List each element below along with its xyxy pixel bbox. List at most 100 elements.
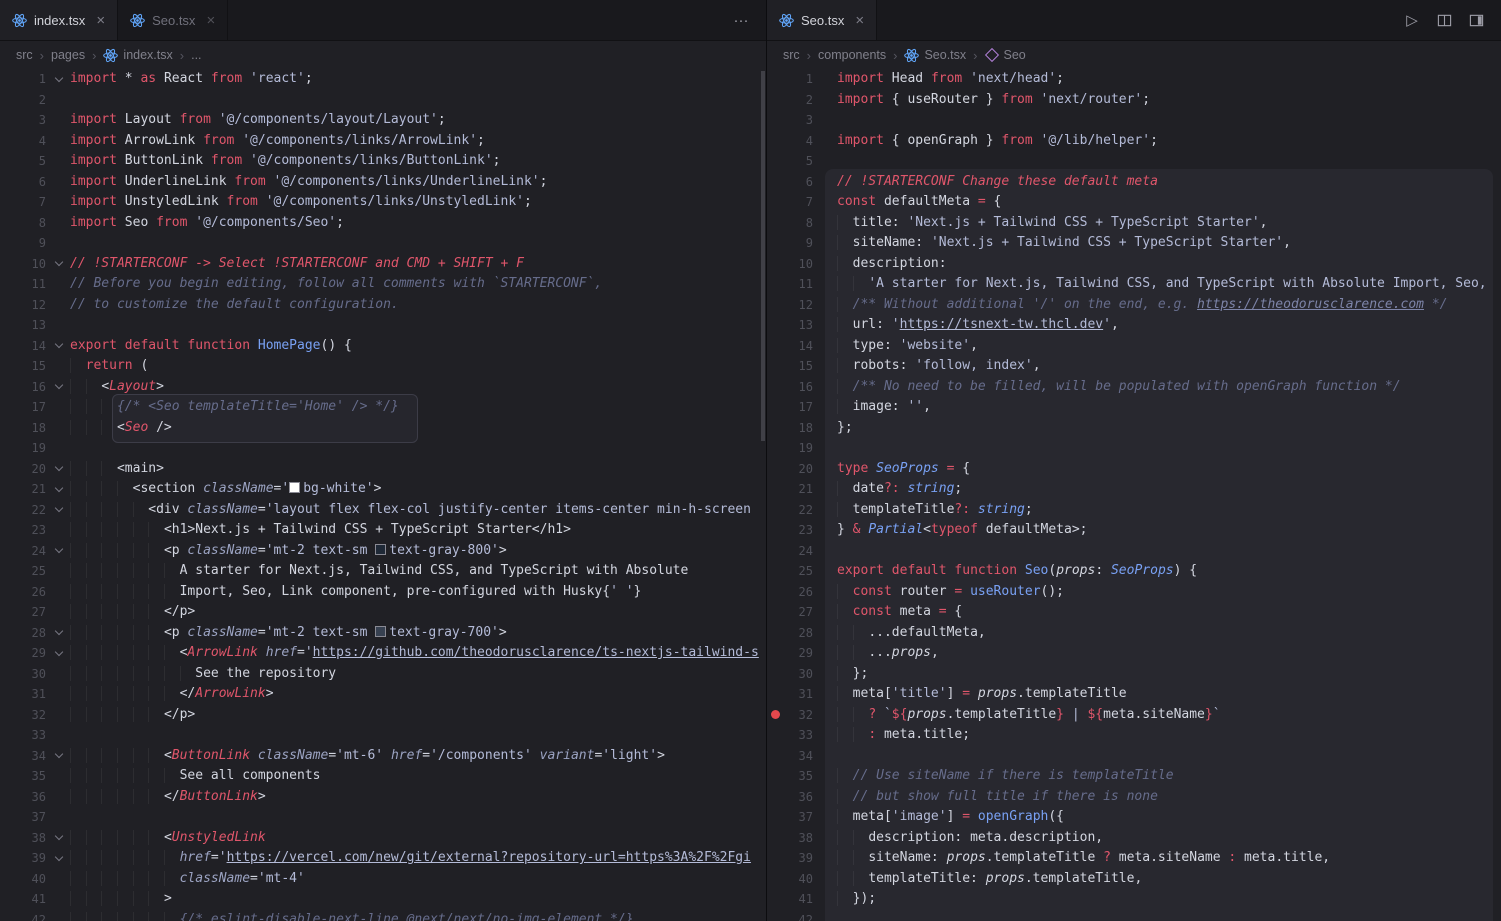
gutter[interactable]: 24: [767, 541, 837, 562]
code-line[interactable]: 12 /** Without additional '/' on the end…: [767, 295, 1501, 316]
gutter[interactable]: 37: [0, 807, 70, 828]
gutter[interactable]: 14: [0, 336, 70, 357]
code-line[interactable]: 1 import * as React from 'react';: [0, 69, 766, 90]
fold-chevron-icon[interactable]: [48, 857, 70, 860]
gutter[interactable]: 7: [767, 192, 837, 213]
code-line[interactable]: 33 : meta.title;: [767, 725, 1501, 746]
code-line[interactable]: 4 import ArrowLink from '@/components/lin…: [0, 131, 766, 152]
code-line[interactable]: 22 templateTitle?: string;: [767, 500, 1501, 521]
code-line[interactable]: 13 url: 'https://tsnext-tw.thcl.dev',: [767, 315, 1501, 336]
close-icon[interactable]: ×: [96, 13, 105, 28]
code-line[interactable]: 40 templateTitle: props.templateTitle,: [767, 869, 1501, 890]
code-line[interactable]: 39 siteName: props.templateTitle ? meta.…: [767, 848, 1501, 869]
fold-chevron-icon[interactable]: [48, 652, 70, 655]
code-line[interactable]: 7 const defaultMeta = {: [767, 192, 1501, 213]
fold-chevron-icon[interactable]: [48, 549, 70, 552]
gutter[interactable]: 8: [767, 213, 837, 234]
code-line[interactable]: 2 import { useRouter } from 'next/router'…: [767, 90, 1501, 111]
gutter[interactable]: 12: [0, 295, 70, 316]
gutter[interactable]: 5: [767, 151, 837, 172]
gutter[interactable]: 36: [0, 787, 70, 808]
gutter[interactable]: 32: [0, 705, 70, 726]
gutter[interactable]: 13: [0, 315, 70, 336]
gutter[interactable]: 6: [767, 172, 837, 193]
code-line[interactable]: 26 Import, Seo, Link component, pre-conf…: [0, 582, 766, 603]
gutter[interactable]: 39: [0, 848, 70, 869]
code-line[interactable]: 10 description:: [767, 254, 1501, 275]
fold-chevron-icon[interactable]: [48, 467, 70, 470]
customize-layout-icon[interactable]: [1463, 7, 1489, 33]
code-line[interactable]: 24 <p className='mt-2 text-sm text-gray-…: [0, 541, 766, 562]
gutter[interactable]: 4: [767, 131, 837, 152]
gutter[interactable]: 21: [767, 479, 837, 500]
code-editor[interactable]: 1 import Head from 'next/head'; 2 import { …: [767, 69, 1501, 921]
code-line[interactable]: 37: [0, 807, 766, 828]
gutter[interactable]: 38: [0, 828, 70, 849]
code-line[interactable]: 13: [0, 315, 766, 336]
code-line[interactable]: 34 <ButtonLink className='mt-6' href='/c…: [0, 746, 766, 767]
breadcrumb-item[interactable]: Seo: [984, 47, 1026, 63]
code-line[interactable]: 21 date?: string;: [767, 479, 1501, 500]
code-line[interactable]: 5: [767, 151, 1501, 172]
code-line[interactable]: 34: [767, 746, 1501, 767]
code-line[interactable]: 30 See the repository: [0, 664, 766, 685]
code-line[interactable]: 11 // Before you begin editing, follow al…: [0, 274, 766, 295]
gutter[interactable]: 6: [0, 172, 70, 193]
code-line[interactable]: 33: [0, 725, 766, 746]
gutter[interactable]: 3: [0, 110, 70, 131]
gutter[interactable]: 36: [767, 787, 837, 808]
gutter[interactable]: 33: [767, 725, 837, 746]
code-line[interactable]: 19: [0, 438, 766, 459]
gutter[interactable]: 41: [0, 889, 70, 910]
code-line[interactable]: 28 <p className='mt-2 text-sm text-gray-…: [0, 623, 766, 644]
gutter[interactable]: 24: [0, 541, 70, 562]
code-line[interactable]: 27 const meta = {: [767, 602, 1501, 623]
gutter[interactable]: 28: [0, 623, 70, 644]
code-line[interactable]: 15 return (: [0, 356, 766, 377]
gutter[interactable]: 10: [0, 254, 70, 275]
gutter[interactable]: 21: [0, 479, 70, 500]
gutter[interactable]: 39: [767, 848, 837, 869]
gutter[interactable]: 16: [0, 377, 70, 398]
code-line[interactable]: 17 {/* <Seo templateTitle='Home' /> */}: [0, 397, 766, 418]
code-line[interactable]: 21 <section className=' bg-white'>: [0, 479, 766, 500]
code-line[interactable]: 37 meta['image'] = openGraph({: [767, 807, 1501, 828]
code-line[interactable]: 15 robots: 'follow, index',: [767, 356, 1501, 377]
gutter[interactable]: 5: [0, 151, 70, 172]
gutter[interactable]: 20: [0, 459, 70, 480]
gutter[interactable]: 25: [0, 561, 70, 582]
fold-chevron-icon[interactable]: [48, 262, 70, 265]
gutter[interactable]: 16: [767, 377, 837, 398]
fold-chevron-icon[interactable]: [48, 836, 70, 839]
code-line[interactable]: 27 </p>: [0, 602, 766, 623]
close-icon[interactable]: ×: [855, 13, 864, 28]
breadcrumb-item[interactable]: index.tsx: [103, 48, 173, 63]
gutter[interactable]: 30: [767, 664, 837, 685]
gutter[interactable]: 19: [0, 438, 70, 459]
tab-Seo.tsx[interactable]: Seo.tsx ×: [118, 0, 229, 40]
code-line[interactable]: 16 /** No need to be filled, will be pop…: [767, 377, 1501, 398]
gutter[interactable]: 2: [0, 90, 70, 111]
gutter[interactable]: 35: [767, 766, 837, 787]
code-line[interactable]: 35 See all components: [0, 766, 766, 787]
gutter[interactable]: 1: [0, 69, 70, 90]
scrollbar-thumb[interactable]: [761, 71, 765, 441]
code-line[interactable]: 6 import UnderlineLink from '@/components…: [0, 172, 766, 193]
breadcrumb-item[interactable]: src: [783, 48, 800, 62]
gutter[interactable]: 7: [0, 192, 70, 213]
code-line[interactable]: 28 ...defaultMeta,: [767, 623, 1501, 644]
code-line[interactable]: 22 <div className='layout flex flex-col …: [0, 500, 766, 521]
tab-index.tsx[interactable]: index.tsx ×: [0, 0, 119, 40]
code-line[interactable]: 16 <Layout>: [0, 377, 766, 398]
code-line[interactable]: 3: [767, 110, 1501, 131]
code-line[interactable]: 29 <ArrowLink href='https://github.com/t…: [0, 643, 766, 664]
gutter[interactable]: 32: [767, 705, 837, 726]
gutter[interactable]: 31: [0, 684, 70, 705]
fold-chevron-icon[interactable]: [48, 754, 70, 757]
gutter[interactable]: 38: [767, 828, 837, 849]
gutter[interactable]: 33: [0, 725, 70, 746]
code-line[interactable]: 9 siteName: 'Next.js + Tailwind CSS + Ty…: [767, 233, 1501, 254]
gutter[interactable]: 27: [767, 602, 837, 623]
breakpoint-icon[interactable]: [767, 710, 786, 719]
code-line[interactable]: 1 import Head from 'next/head';: [767, 69, 1501, 90]
